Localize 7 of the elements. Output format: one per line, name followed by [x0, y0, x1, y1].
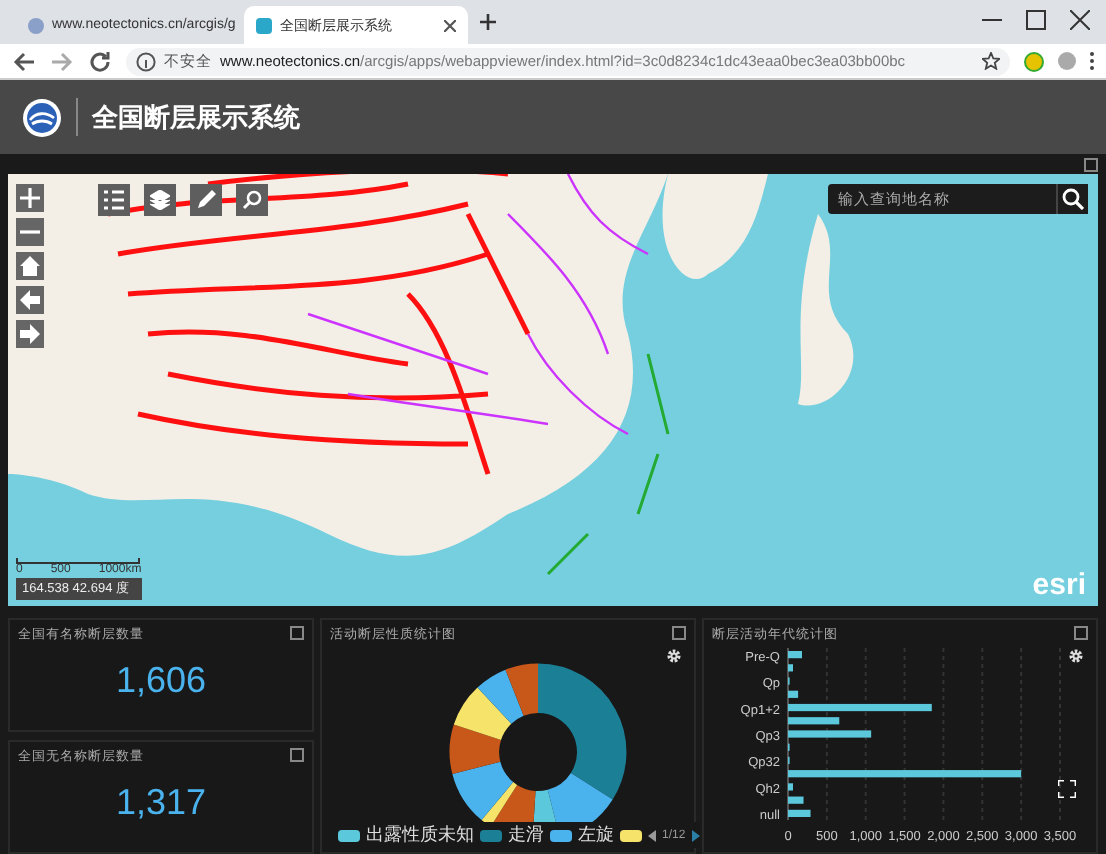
attribution-logo: esri: [1032, 568, 1086, 602]
legend-label[interactable]: 左旋: [578, 822, 614, 848]
legend-label[interactable]: 走滑: [508, 822, 544, 848]
count-value: 1,606: [115, 660, 207, 702]
app-title: 全国断层展示系统: [92, 99, 300, 135]
legend-label[interactable]: 出露性质未知: [366, 822, 474, 848]
count-value: 1,317: [115, 782, 207, 824]
